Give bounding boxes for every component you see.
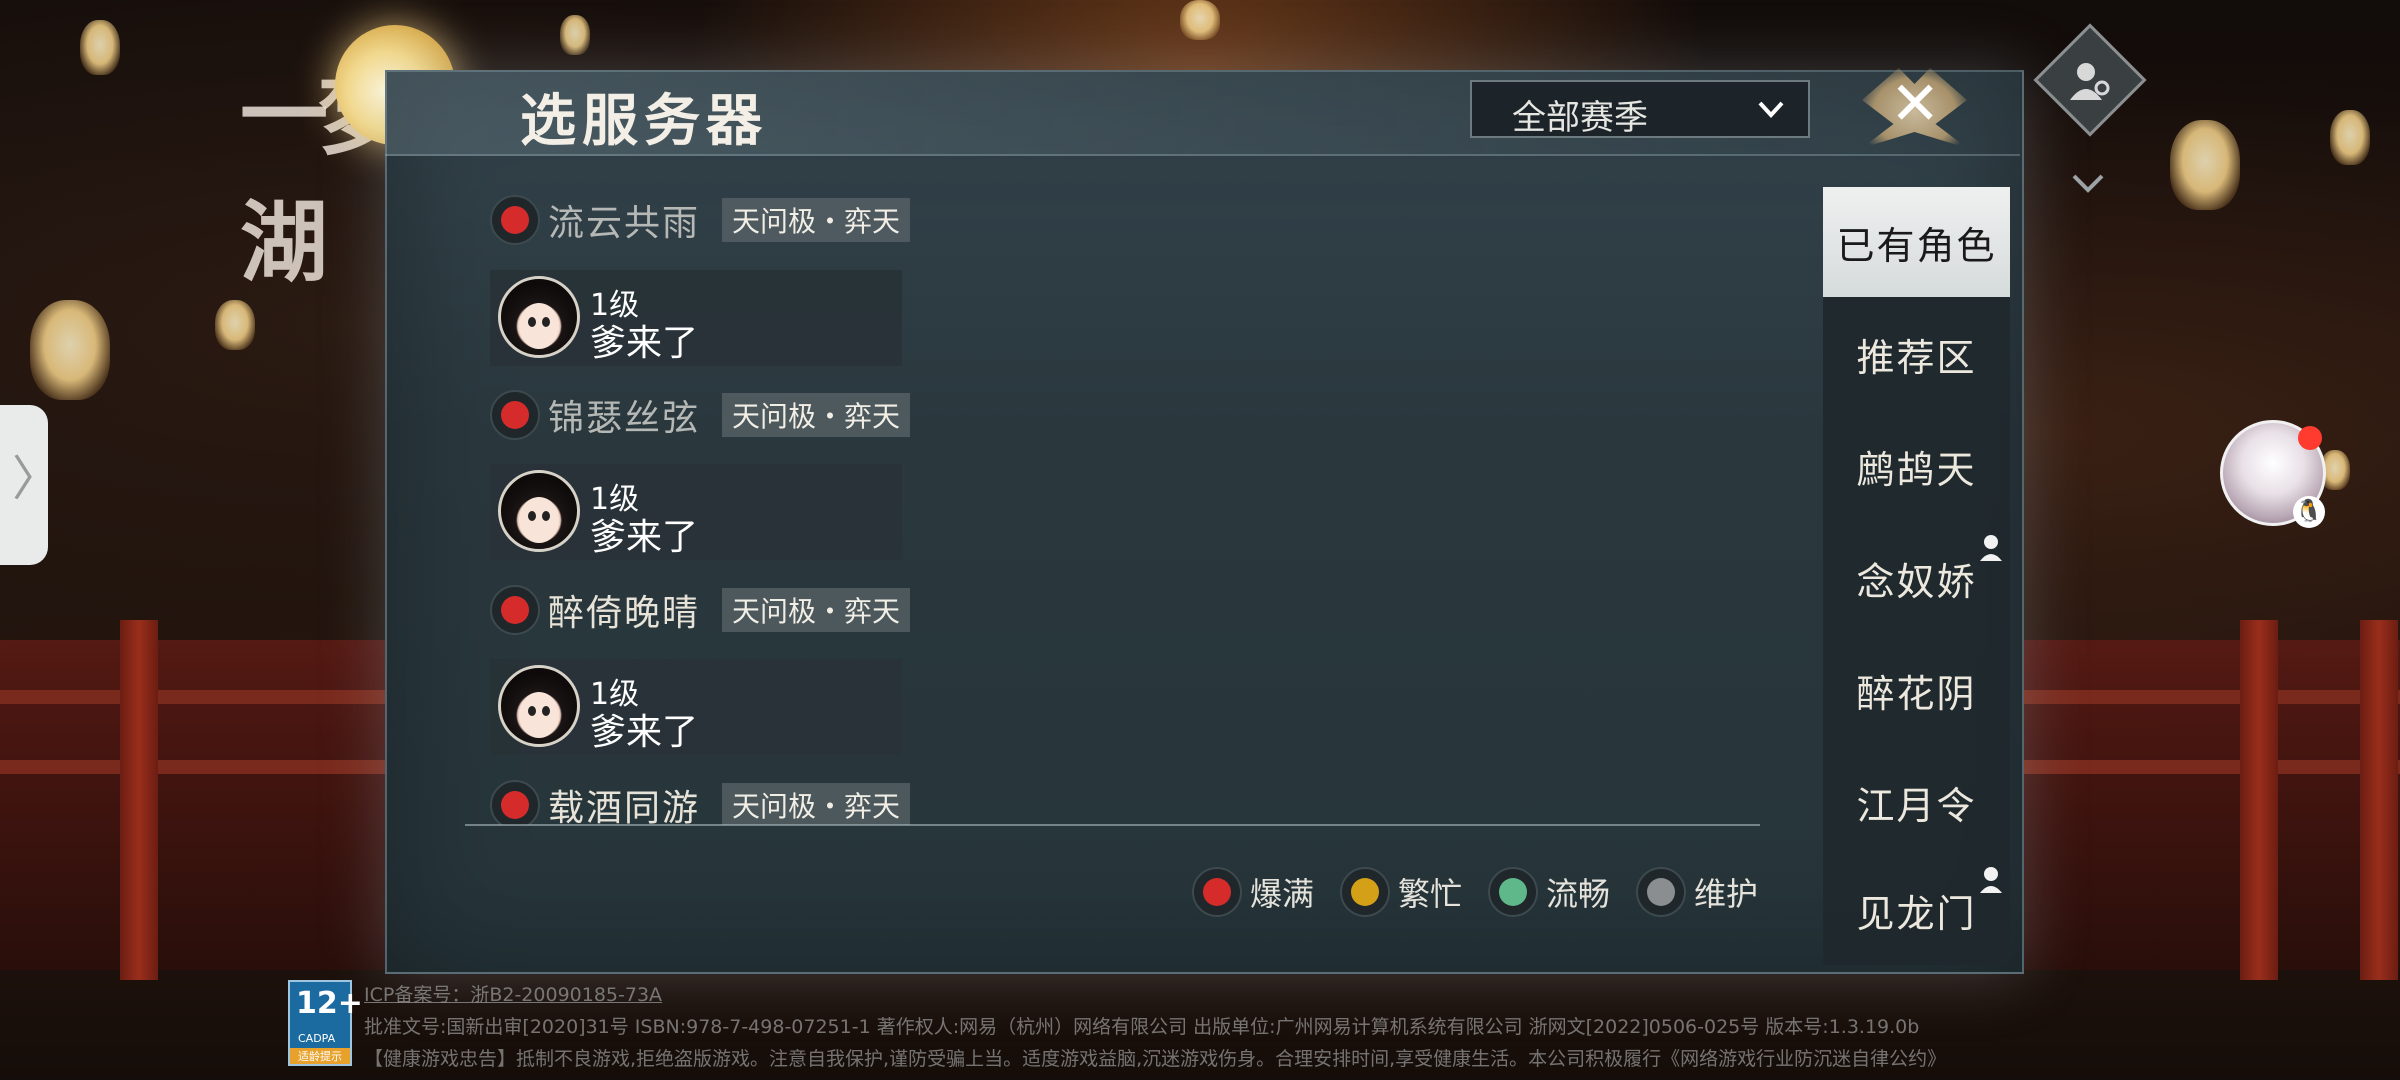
tab-label: 见龙门 — [1856, 891, 1977, 936]
server-name: 醉倚晚晴 — [548, 593, 701, 634]
person-icon — [1980, 535, 2002, 561]
age-rating: 12+ — [296, 986, 363, 1021]
tab-recommended[interactable]: 推荐区 — [1823, 299, 2010, 409]
character-name: 爹来了 — [590, 323, 699, 364]
server-row[interactable]: 醉倚晚晴 天问极・弈天 — [490, 585, 911, 635]
legend-item-busy: 繁忙 — [1340, 862, 1462, 922]
tab-zuihuayin[interactable]: 醉花阴 — [1823, 635, 2010, 745]
server-row[interactable]: 流云共雨 天问极・弈天 — [490, 195, 911, 245]
chevron-down-icon — [1758, 101, 1784, 118]
status-dot — [490, 390, 540, 440]
character-card[interactable]: 1级 爹来了 — [490, 464, 902, 560]
legend-label: 繁忙 — [1398, 875, 1463, 913]
approval-text: 批准文号:国新出审[2020]31号 ISBN:978-7-498-07251-… — [364, 1016, 1920, 1038]
season-filter-dropdown[interactable]: 全部赛季 — [1470, 80, 1810, 138]
status-dot — [1192, 867, 1242, 917]
server-tag: 天问极・弈天 — [722, 198, 911, 242]
season-filter-label: 全部赛季 — [1512, 98, 1648, 138]
close-icon: ✕ — [1890, 69, 1941, 139]
character-card[interactable]: 1级 爹来了 — [490, 270, 902, 366]
tab-jiangyueling[interactable]: 江月令 — [1823, 747, 2010, 857]
server-list[interactable]: 流云共雨 天问极・弈天 1级 爹来了 锦瑟丝弦 天问极・弈天 1级 爹来了 醉倚… — [465, 190, 1765, 825]
icp-link[interactable]: ICP备案号：浙B2-20090185-73A — [364, 980, 662, 1007]
region-tabs: 已有角色 推荐区 鹧鸪天 念奴娇 醉花阴 江月令 见龙门 — [1823, 187, 2010, 965]
legend-label: 流畅 — [1546, 875, 1611, 913]
tab-label: 鹧鸪天 — [1856, 447, 1977, 492]
qq-icon: 🐧 — [2293, 496, 2325, 528]
legend-label: 维护 — [1694, 875, 1759, 913]
status-dot — [1488, 867, 1538, 917]
legend-label: 爆满 — [1250, 875, 1315, 913]
user-settings-icon — [2070, 63, 2110, 100]
legend-item-smooth: 流畅 — [1488, 862, 1610, 922]
server-name: 锦瑟丝弦 — [548, 398, 701, 439]
tab-label: 醉花阴 — [1856, 671, 1977, 716]
side-drawer-handle[interactable]: 〉 — [0, 405, 60, 565]
notification-badge — [2298, 426, 2322, 450]
character-card[interactable]: 1级 爹来了 — [490, 659, 902, 755]
server-tag: 天问极・弈天 — [722, 783, 911, 825]
tab-zhegutian[interactable]: 鹧鸪天 — [1823, 411, 2010, 521]
status-dot — [490, 780, 540, 825]
server-row[interactable]: 锦瑟丝弦 天问极・弈天 — [490, 390, 911, 440]
server-name: 流云共雨 — [548, 203, 701, 244]
status-dot — [1340, 867, 1390, 917]
close-button[interactable]: ✕ — [1850, 58, 1980, 158]
age-rating-badge[interactable]: 12+ CADPA 适龄提示 — [288, 980, 363, 1066]
tab-label: 已有角色 — [1836, 223, 1997, 268]
list-divider — [465, 824, 1760, 826]
character-name: 爹来了 — [590, 517, 699, 558]
tab-jianlongmen[interactable]: 见龙门 — [1823, 855, 2010, 965]
character-name: 爹来了 — [590, 712, 699, 753]
tab-label: 江月令 — [1856, 783, 1977, 828]
legend-item-maintenance: 维护 — [1636, 862, 1758, 922]
status-dot — [490, 195, 540, 245]
tab-label: 推荐区 — [1856, 335, 1977, 380]
age-tip: 适龄提示 — [290, 1048, 350, 1064]
dialog-title: 选服务器 — [520, 88, 768, 154]
age-org: CADPA — [298, 1032, 336, 1045]
person-icon — [1980, 867, 2002, 893]
tab-label: 念奴娇 — [1856, 559, 1977, 604]
status-dot — [1636, 867, 1686, 917]
chevron-down-icon[interactable] — [2068, 168, 2108, 198]
server-name: 载酒同游 — [548, 788, 701, 825]
avatar — [498, 276, 580, 358]
status-dot — [490, 585, 540, 635]
server-tag: 天问极・弈天 — [722, 588, 911, 632]
tab-niannujiao[interactable]: 念奴娇 — [1823, 523, 2010, 633]
avatar — [498, 665, 580, 747]
tab-existing-characters[interactable]: 已有角色 — [1823, 187, 2010, 297]
legend-item-full: 爆满 — [1192, 862, 1314, 922]
server-tag: 天问极・弈天 — [722, 393, 911, 437]
chevron-right-icon: 〉 — [12, 451, 61, 507]
health-notice: 【健康游戏忠告】抵制不良游戏,拒绝盗版游戏。注意自我保护,谨防受骗上当。适度游戏… — [364, 1048, 1947, 1070]
server-row[interactable]: 载酒同游 天问极・弈天 — [490, 780, 911, 825]
avatar — [498, 470, 580, 552]
